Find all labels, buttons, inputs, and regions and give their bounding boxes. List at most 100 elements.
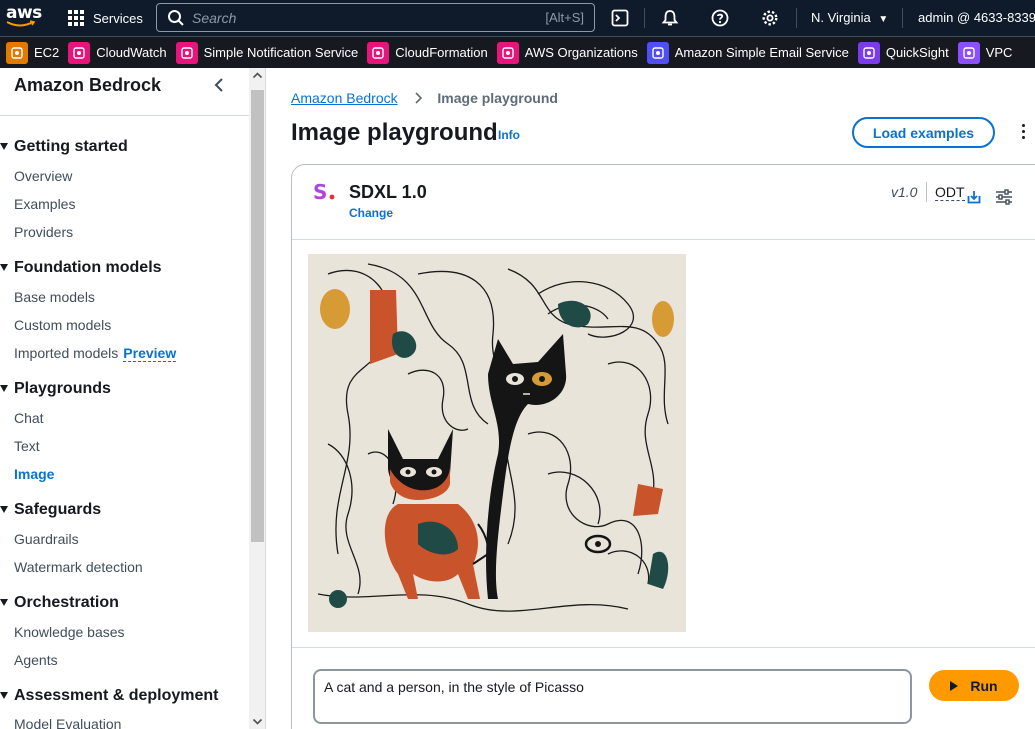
sidebar-item-base-models[interactable]: Base models	[14, 289, 95, 305]
search-box[interactable]: [Alt+S]	[156, 3, 595, 32]
artwork-ochre-shape	[652, 301, 674, 337]
favorite-label: AWS Organizations	[524, 45, 638, 60]
favorite-label: EC2	[34, 45, 60, 60]
sidebar-scrollbar[interactable]	[249, 68, 265, 729]
favorite-label: Amazon Simple Email Service	[674, 45, 849, 60]
sidebar-item-watermark-detection[interactable]: Watermark detection	[14, 559, 143, 575]
sidebar-item-knowledge-bases[interactable]: Knowledge bases	[14, 624, 125, 640]
search-shortcut-hint: [Alt+S]	[545, 10, 584, 25]
caret-down-icon	[0, 692, 8, 699]
info-link[interactable]: Info	[498, 128, 520, 142]
artwork-red-shape	[370, 290, 398, 364]
cloudformation-icon	[367, 41, 390, 64]
favorite-label: CloudWatch	[96, 45, 167, 60]
section-safeguards[interactable]: Safeguards	[0, 501, 101, 519]
cloudwatch-icon	[68, 41, 91, 64]
sidebar-item-providers[interactable]: Providers	[14, 224, 73, 240]
section-playgrounds[interactable]: Playgrounds	[0, 380, 111, 398]
model-header: S SDXL 1.0 Change v1.0 ODT	[292, 165, 1035, 240]
section-label: Getting started	[14, 138, 128, 155]
sns-icon	[175, 41, 198, 64]
sidebar-item-imported-models[interactable]: Imported models Preview	[14, 345, 177, 362]
services-menu-button[interactable]: Services	[68, 0, 143, 36]
section-label: Safeguards	[14, 501, 102, 518]
scrollbar-thumb[interactable]	[251, 90, 264, 542]
vpc-icon	[957, 41, 980, 64]
odt-label[interactable]: ODT	[935, 184, 965, 201]
caret-down-icon	[0, 385, 8, 392]
more-actions-kebab-icon[interactable]	[1017, 124, 1029, 142]
model-logo-letter: S	[313, 180, 327, 204]
favorite-label: QuickSight	[885, 45, 949, 60]
caret-down-icon	[0, 599, 8, 606]
breadcrumb: Amazon Bedrock Image playground	[291, 90, 558, 106]
settings-button[interactable]	[748, 0, 792, 36]
prompt-divider	[292, 647, 1035, 648]
top-navigation: aws Services [Alt+S]	[0, 0, 1035, 36]
aws-smile-icon	[6, 20, 36, 27]
configurations-sliders-icon[interactable]	[995, 189, 1013, 205]
sidebar-item-image[interactable]: Image	[14, 466, 54, 482]
artwork-teal-dot	[329, 590, 347, 608]
side-navigation: Amazon Bedrock Getting started Overview …	[0, 68, 266, 729]
nav-divider	[902, 8, 903, 28]
artwork-red-shape	[633, 484, 663, 516]
section-assessment-deployment[interactable]: Assessment & deployment	[0, 687, 219, 705]
sidebar-item-label: Imported models	[14, 345, 119, 361]
ses-icon	[646, 41, 669, 64]
favorite-simple-notification-service[interactable]: Simple Notification Service	[175, 37, 359, 68]
sidebar-item-guardrails[interactable]: Guardrails	[14, 531, 79, 547]
favorite-quicksight[interactable]: QuickSight	[857, 37, 949, 68]
region-selector[interactable]: N. Virginia ▼	[811, 10, 888, 25]
sidebar-item-custom-models[interactable]: Custom models	[14, 317, 111, 333]
services-grid-icon	[68, 10, 84, 26]
nav-divider	[796, 8, 797, 28]
chevron-right-icon	[414, 92, 422, 104]
scroll-up-arrow-icon[interactable]	[252, 70, 263, 81]
scroll-down-arrow-icon[interactable]	[252, 716, 263, 727]
aws-logo[interactable]: aws	[2, 0, 46, 36]
favorite-aws-organizations[interactable]: AWS Organizations	[496, 37, 638, 68]
favorite-amazon-simple-email-service[interactable]: Amazon Simple Email Service	[646, 37, 849, 68]
help-button[interactable]	[698, 0, 742, 36]
run-button[interactable]: Run	[929, 670, 1019, 701]
quicksight-icon	[857, 41, 880, 64]
notifications-button[interactable]	[648, 0, 692, 36]
change-model-link[interactable]: Change	[349, 206, 393, 220]
playground-panel: S SDXL 1.0 Change v1.0 ODT A cat and a p…	[291, 164, 1035, 729]
services-label: Services	[93, 10, 143, 26]
sidebar-item-text[interactable]: Text	[14, 438, 40, 454]
sidebar-item-chat[interactable]: Chat	[14, 410, 44, 426]
bell-icon	[661, 10, 679, 26]
cloudshell-button[interactable]	[598, 0, 642, 36]
prompt-input[interactable]: A cat and a person, in the style of Pica…	[313, 669, 912, 724]
section-getting-started[interactable]: Getting started	[0, 138, 128, 156]
section-label: Foundation models	[14, 259, 162, 276]
sidebar-item-overview[interactable]: Overview	[14, 168, 72, 184]
sidebar-item-examples[interactable]: Examples	[14, 196, 75, 212]
search-icon	[168, 9, 184, 26]
favorite-cloudformation[interactable]: CloudFormation	[367, 37, 488, 68]
sidebar-divider	[0, 115, 249, 116]
load-examples-button[interactable]: Load examples	[852, 117, 995, 148]
account-label: admin @ 4633-8339-	[918, 10, 1035, 25]
sidebar-item-agents[interactable]: Agents	[14, 652, 58, 668]
favorite-ec2[interactable]: EC2	[6, 37, 60, 68]
collapse-sidebar-icon[interactable]	[210, 75, 230, 95]
favorite-label: Simple Notification Service	[203, 45, 359, 60]
preview-badge[interactable]: Preview	[123, 345, 177, 362]
section-foundation-models[interactable]: Foundation models	[0, 259, 162, 277]
generated-image[interactable]	[308, 254, 686, 632]
section-orchestration[interactable]: Orchestration	[0, 594, 119, 612]
account-menu[interactable]: admin @ 4633-8339-	[918, 10, 1035, 25]
organizations-icon	[496, 41, 519, 64]
side-navigation-title[interactable]: Amazon Bedrock	[14, 75, 161, 96]
favorite-vpc[interactable]: VPC	[957, 37, 1012, 68]
sidebar-item-model-evaluation[interactable]: Model Evaluation	[14, 716, 121, 729]
nav-divider	[644, 8, 645, 28]
breadcrumb-link-bedrock[interactable]: Amazon Bedrock	[291, 90, 398, 106]
search-input[interactable]	[192, 9, 522, 26]
favorite-cloudwatch[interactable]: CloudWatch	[68, 37, 167, 68]
help-icon	[711, 9, 729, 27]
download-icon[interactable]	[967, 190, 981, 204]
